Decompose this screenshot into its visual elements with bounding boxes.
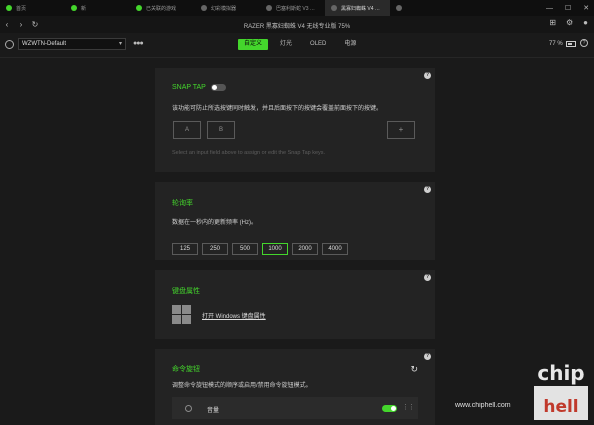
mouse-icon bbox=[266, 5, 272, 11]
radio-button[interactable] bbox=[185, 405, 192, 412]
close-icon[interactable]: ✕ bbox=[583, 4, 589, 12]
user-icon[interactable]: ● bbox=[583, 18, 588, 27]
volume-label: 音量 bbox=[207, 408, 220, 414]
command-dial-panel: ? 命令旋钮 ↻ 调整命令旋钮模式的顺序或启用/禁用命令旋钮模式。 音量 ⋮⋮ bbox=[155, 349, 435, 425]
tab-bar: 首页 新 已关联的游戏 幻彩模拟器 巴塞利斯蛇 V3 专业版 黑寡妇蜘蛛 V4 … bbox=[0, 0, 594, 16]
grid-icon[interactable]: ⊞ bbox=[549, 18, 556, 27]
tab-new[interactable]: 新 bbox=[65, 0, 130, 16]
maximize-icon[interactable]: ☐ bbox=[565, 4, 571, 12]
tab-home[interactable]: 首页 bbox=[0, 0, 65, 16]
snap-tap-toggle[interactable] bbox=[211, 84, 226, 91]
watermark-site: www.chiphell.com bbox=[455, 402, 511, 409]
help-icon[interactable]: ? bbox=[424, 274, 431, 281]
polling-rate-title: 轮询率 bbox=[172, 200, 193, 207]
open-keyboard-properties-link[interactable]: 打开 Windows 键盘属性 bbox=[202, 311, 266, 320]
tab-power[interactable]: 电源 bbox=[338, 39, 362, 50]
profile-select[interactable]: WZWTN-Default ▾ bbox=[18, 38, 126, 50]
gear-icon[interactable]: ⚙ bbox=[566, 18, 573, 27]
svg-text:hell: hell bbox=[543, 397, 578, 417]
snap-tap-panel: ? SNAP TAP 该功能可防止所选按键同时触发，并且后面按下的按键会覆盖前面… bbox=[155, 68, 435, 172]
more-icon[interactable]: ●●● bbox=[133, 40, 144, 47]
polling-rate-description: 数据在一秒内的更新频率 (Hz)。 bbox=[172, 220, 257, 226]
device-toolbar: WZWTN-Default ▾ ●●● 自定义 灯光 OLED 电源 77 % … bbox=[0, 33, 594, 58]
snap-tap-key-a[interactable]: A bbox=[173, 121, 201, 139]
tab-oled[interactable]: OLED bbox=[304, 39, 332, 50]
device-icon bbox=[396, 5, 402, 11]
rate-option-selected[interactable]: 1000 bbox=[262, 243, 288, 255]
tab-extra[interactable] bbox=[390, 0, 410, 16]
command-dial-description: 调整命令旋钮模式的顺序或启用/禁用命令旋钮模式。 bbox=[172, 383, 312, 389]
battery-icon bbox=[565, 41, 576, 47]
snap-tap-key-b[interactable]: B bbox=[207, 121, 235, 139]
help-icon[interactable]: ? bbox=[424, 186, 431, 193]
rate-option[interactable]: 250 bbox=[202, 243, 228, 255]
command-dial-title: 命令旋钮 bbox=[172, 366, 200, 373]
page-tabs: 自定义 灯光 OLED 电源 bbox=[238, 39, 362, 50]
chiphell-logo: chip hell bbox=[534, 361, 588, 420]
polling-rate-panel: ? 轮询率 数据在一秒内的更新频率 (Hz)。 125 250 500 1000… bbox=[155, 182, 435, 260]
tab-customize[interactable]: 自定义 bbox=[238, 39, 269, 50]
help-icon[interactable]: ? bbox=[424, 353, 431, 360]
battery-status: 77 % bbox=[549, 41, 576, 47]
add-snap-tap-button[interactable]: + bbox=[387, 121, 415, 139]
chroma-icon bbox=[201, 5, 207, 11]
command-dial-row: 音量 ⋮⋮ bbox=[172, 397, 418, 419]
razer-icon bbox=[71, 5, 77, 11]
forward-icon[interactable]: › bbox=[14, 18, 28, 32]
profile-icon bbox=[5, 40, 14, 49]
tab-lighting[interactable]: 灯光 bbox=[274, 39, 298, 50]
chevron-down-icon: ▾ bbox=[118, 41, 122, 47]
windows-icon bbox=[172, 305, 191, 324]
snap-tap-hint: Select an input field above to assign or… bbox=[172, 150, 326, 156]
polling-rate-options: 125 250 500 1000 2000 4000 bbox=[172, 243, 348, 255]
keyboard-properties-panel: ? 键盘属性 打开 Windows 键盘属性 bbox=[155, 270, 435, 339]
snap-tap-title: SNAP TAP bbox=[172, 84, 206, 91]
reset-icon[interactable]: ↻ bbox=[410, 364, 418, 375]
tab-linked-games[interactable]: 已关联的游戏 bbox=[130, 0, 195, 16]
snap-tap-description: 该功能可防止所选按键同时触发，并且后面按下的按键会覆盖前面按下的按键。 bbox=[172, 106, 383, 112]
back-icon[interactable]: ‹ bbox=[0, 18, 14, 32]
razer-icon bbox=[6, 5, 12, 11]
keyboard-properties-title: 键盘属性 bbox=[172, 288, 200, 295]
svg-text:chip: chip bbox=[537, 361, 584, 385]
window-controls: — ☐ ✕ bbox=[540, 0, 594, 16]
rate-option[interactable]: 125 bbox=[172, 243, 198, 255]
help-icon[interactable]: ? bbox=[424, 72, 431, 79]
volume-toggle[interactable] bbox=[382, 405, 397, 412]
gamepad-icon bbox=[136, 5, 142, 11]
rate-option[interactable]: 4000 bbox=[322, 243, 348, 255]
nav-bar: ‹ › ↻ RAZER 黑寡妇蜘蛛 V4 无线专业版 75% ⊞ ⚙ ● bbox=[0, 16, 594, 33]
tab-mouse-device[interactable]: 巴塞利斯蛇 V3 专业版 bbox=[260, 0, 325, 16]
drag-handle-icon[interactable]: ⋮⋮ bbox=[402, 403, 415, 411]
rate-option[interactable]: 2000 bbox=[292, 243, 318, 255]
window-title: RAZER 黑寡妇蜘蛛 V4 无线专业版 75% bbox=[243, 24, 351, 30]
minimize-icon[interactable]: — bbox=[546, 5, 553, 12]
refresh-icon[interactable]: ↻ bbox=[28, 18, 42, 32]
tab-chroma-studio[interactable]: 幻彩模拟器 bbox=[195, 0, 260, 16]
rate-option[interactable]: 500 bbox=[232, 243, 258, 255]
tab-keyboard-device[interactable]: 黑寡妇蜘蛛 V4 无线专业版 bbox=[325, 0, 390, 16]
help-icon[interactable]: ? bbox=[580, 39, 588, 47]
keyboard-icon bbox=[331, 5, 337, 11]
